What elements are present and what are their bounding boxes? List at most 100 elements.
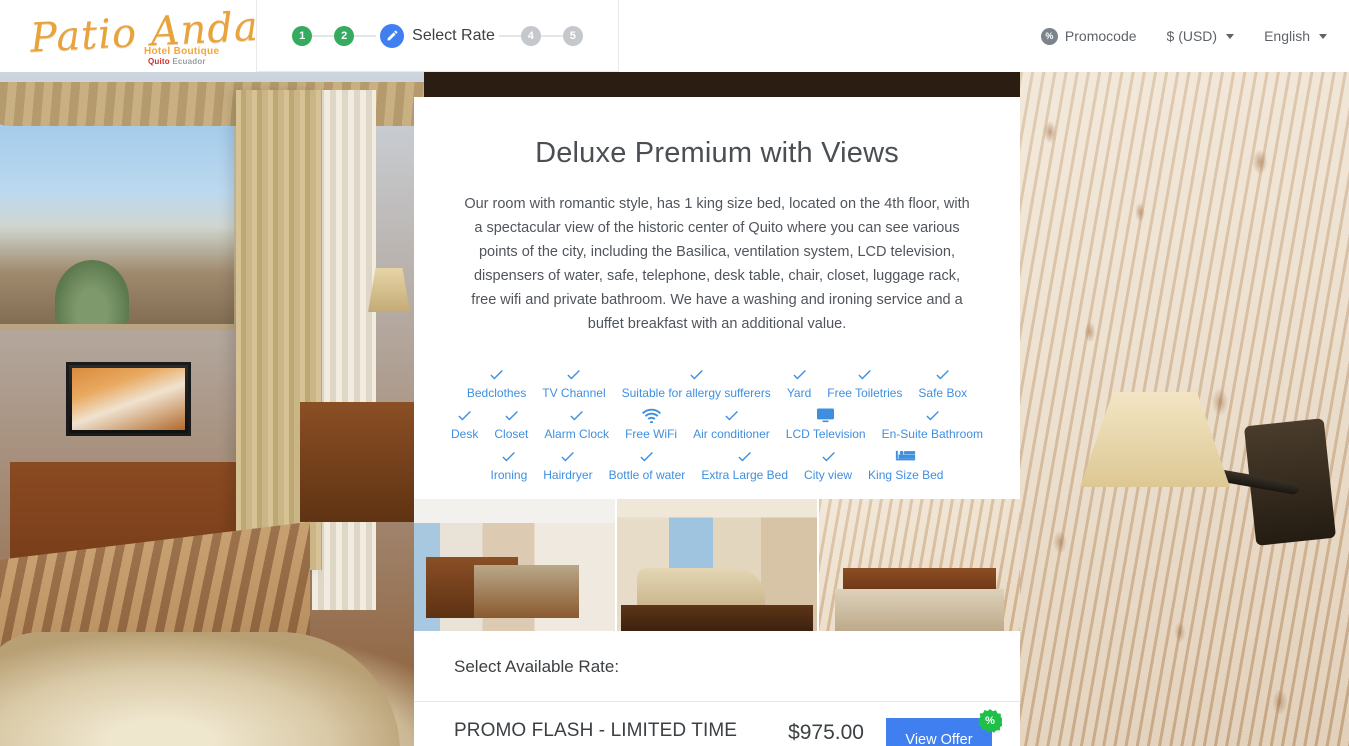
amenity-label: Desk — [451, 427, 479, 441]
amenity-label: Air conditioner — [693, 427, 770, 441]
pillow — [935, 591, 968, 609]
chevron-down-icon — [1319, 33, 1327, 39]
room-description: Our room with romantic style, has 1 king… — [464, 196, 970, 332]
amenity-row: Ironing Hairdryer Bottle of water Extra … — [478, 444, 956, 485]
check-icon — [820, 447, 837, 465]
check-icon — [568, 406, 585, 424]
check-icon — [565, 365, 582, 383]
amenity-row: Bedclothes TV Channel Suitable for aller… — [467, 362, 967, 403]
textured-wall-background-right — [1020, 72, 1349, 746]
amenity-city-view: City view — [796, 444, 860, 485]
promocode-label: Promocode — [1064, 28, 1137, 44]
check-icon — [638, 447, 655, 465]
amenity-closet: Closet — [486, 403, 536, 444]
step-4[interactable]: 4 — [520, 25, 541, 46]
currency-selector[interactable]: $ (USD) — [1167, 28, 1235, 44]
room-photo-3[interactable] — [819, 499, 1020, 631]
amenity-ironing: Ironing — [483, 444, 536, 485]
amenity-label: Safe Box — [918, 386, 968, 400]
amenity-label: TV Channel — [542, 386, 606, 400]
view-offer-button[interactable]: View Offer — [886, 718, 992, 746]
hotel-logo[interactable]: Patio Andaluz Hotel Boutique Quito Ecuad… — [26, 0, 322, 68]
amenity-free-wifi: Free WiFi — [617, 403, 685, 444]
amenity-air-conditioner: Air conditioner — [685, 403, 778, 444]
room-detail-card: Deluxe Premium with Views Our room with … — [414, 97, 1020, 746]
room-photo-2[interactable] — [616, 499, 818, 631]
amenity-ensuite-bathroom: En-Suite Bathroom — [874, 403, 991, 444]
step-5[interactable]: 5 — [562, 25, 583, 46]
view-offer-wrap: View Offer % — [886, 709, 1002, 746]
promocode-button[interactable]: % Promocode — [1040, 27, 1137, 45]
logo-subtitle: Hotel Boutique — [144, 46, 220, 57]
rate-row[interactable]: PROMO FLASH - LIMITED TIME Flexible Canc… — [414, 702, 1020, 746]
amenity-label: Hairdryer — [543, 468, 593, 482]
language-label: English — [1264, 28, 1310, 44]
amenity-label: Alarm Clock — [544, 427, 610, 441]
monitor-icon — [816, 406, 835, 424]
step-connector-4 — [540, 34, 563, 37]
amenity-label: LCD Television — [785, 427, 866, 441]
check-icon — [488, 365, 505, 383]
amenity-label: Free Toiletries — [827, 386, 903, 400]
step-connector-1 — [312, 34, 335, 37]
amenity-bedclothes: Bedclothes — [459, 362, 534, 403]
amenity-label: Free WiFi — [625, 427, 678, 441]
amenity-label: Bedclothes — [466, 386, 527, 400]
booking-stepper: 1 2 Select Rate 4 5 — [256, 0, 619, 72]
amenity-king-size-bed: King Size Bed — [860, 444, 951, 485]
pencil-icon — [380, 23, 405, 48]
amenity-desk: Desk — [443, 403, 486, 444]
check-icon — [736, 447, 753, 465]
amenity-label: Yard — [786, 386, 812, 400]
check-icon — [503, 406, 520, 424]
check-icon — [456, 406, 473, 424]
amenity-safe-box: Safe Box — [910, 362, 975, 403]
room-photo-gallery — [414, 499, 1020, 631]
check-icon — [723, 406, 740, 424]
side-table — [300, 402, 424, 522]
step-connector-3 — [498, 34, 521, 37]
amenity-label: King Size Bed — [868, 468, 944, 482]
rate-name: PROMO FLASH - LIMITED TIME — [454, 720, 738, 741]
check-icon — [924, 406, 941, 424]
amenity-allergy: Suitable for allergy sufferers — [614, 362, 779, 403]
percent-badge-icon: % — [1040, 27, 1058, 45]
lamp-shade — [1080, 392, 1230, 487]
amenity-alarm-clock: Alarm Clock — [536, 403, 617, 444]
top-bar-actions: % Promocode $ (USD) English — [1040, 0, 1327, 72]
logo-city: Quito — [148, 57, 170, 66]
amenity-tv-channel: TV Channel — [534, 362, 613, 403]
bed-icon — [895, 447, 916, 465]
amenity-label: Closet — [494, 427, 529, 441]
check-icon — [500, 447, 517, 465]
hotel-room-background-left — [0, 72, 424, 746]
rate-price: $975.00 $195.00 Per Night — [771, 721, 864, 746]
bed — [0, 632, 400, 746]
check-icon — [559, 447, 576, 465]
chevron-down-icon — [1226, 33, 1235, 39]
pillow — [867, 591, 900, 609]
logo-country: Ecuador — [172, 57, 206, 66]
amenity-label: Ironing — [490, 468, 528, 482]
check-icon — [688, 365, 705, 383]
amenity-extra-large-bed: Extra Large Bed — [693, 444, 796, 485]
language-selector[interactable]: English — [1264, 28, 1327, 44]
amenity-row: Desk Closet Alarm Clock Free WiFi Air co… — [451, 403, 983, 444]
amenity-free-toiletries: Free Toiletries — [819, 362, 910, 403]
amenities-grid: Bedclothes TV Channel Suitable for aller… — [451, 362, 983, 485]
logo-location: Quito Ecuador — [148, 57, 206, 66]
step-3-label: Select Rate — [412, 26, 495, 44]
amenity-label: En-Suite Bathroom — [881, 427, 983, 441]
step-1[interactable]: 1 — [292, 25, 313, 46]
total-price: $975.00 — [788, 721, 864, 744]
step-2[interactable]: 2 — [334, 25, 355, 46]
top-bar: Patio Andaluz Hotel Boutique Quito Ecuad… — [0, 0, 1349, 72]
step-connector-2 — [354, 34, 377, 37]
amenity-label: City view — [804, 468, 853, 482]
room-photo-1[interactable] — [414, 499, 615, 631]
television — [66, 362, 191, 436]
pillow — [903, 591, 932, 609]
amenity-yard: Yard — [779, 362, 819, 403]
step-3-select-rate[interactable]: Select Rate — [380, 23, 495, 48]
currency-label: $ (USD) — [1166, 28, 1218, 44]
